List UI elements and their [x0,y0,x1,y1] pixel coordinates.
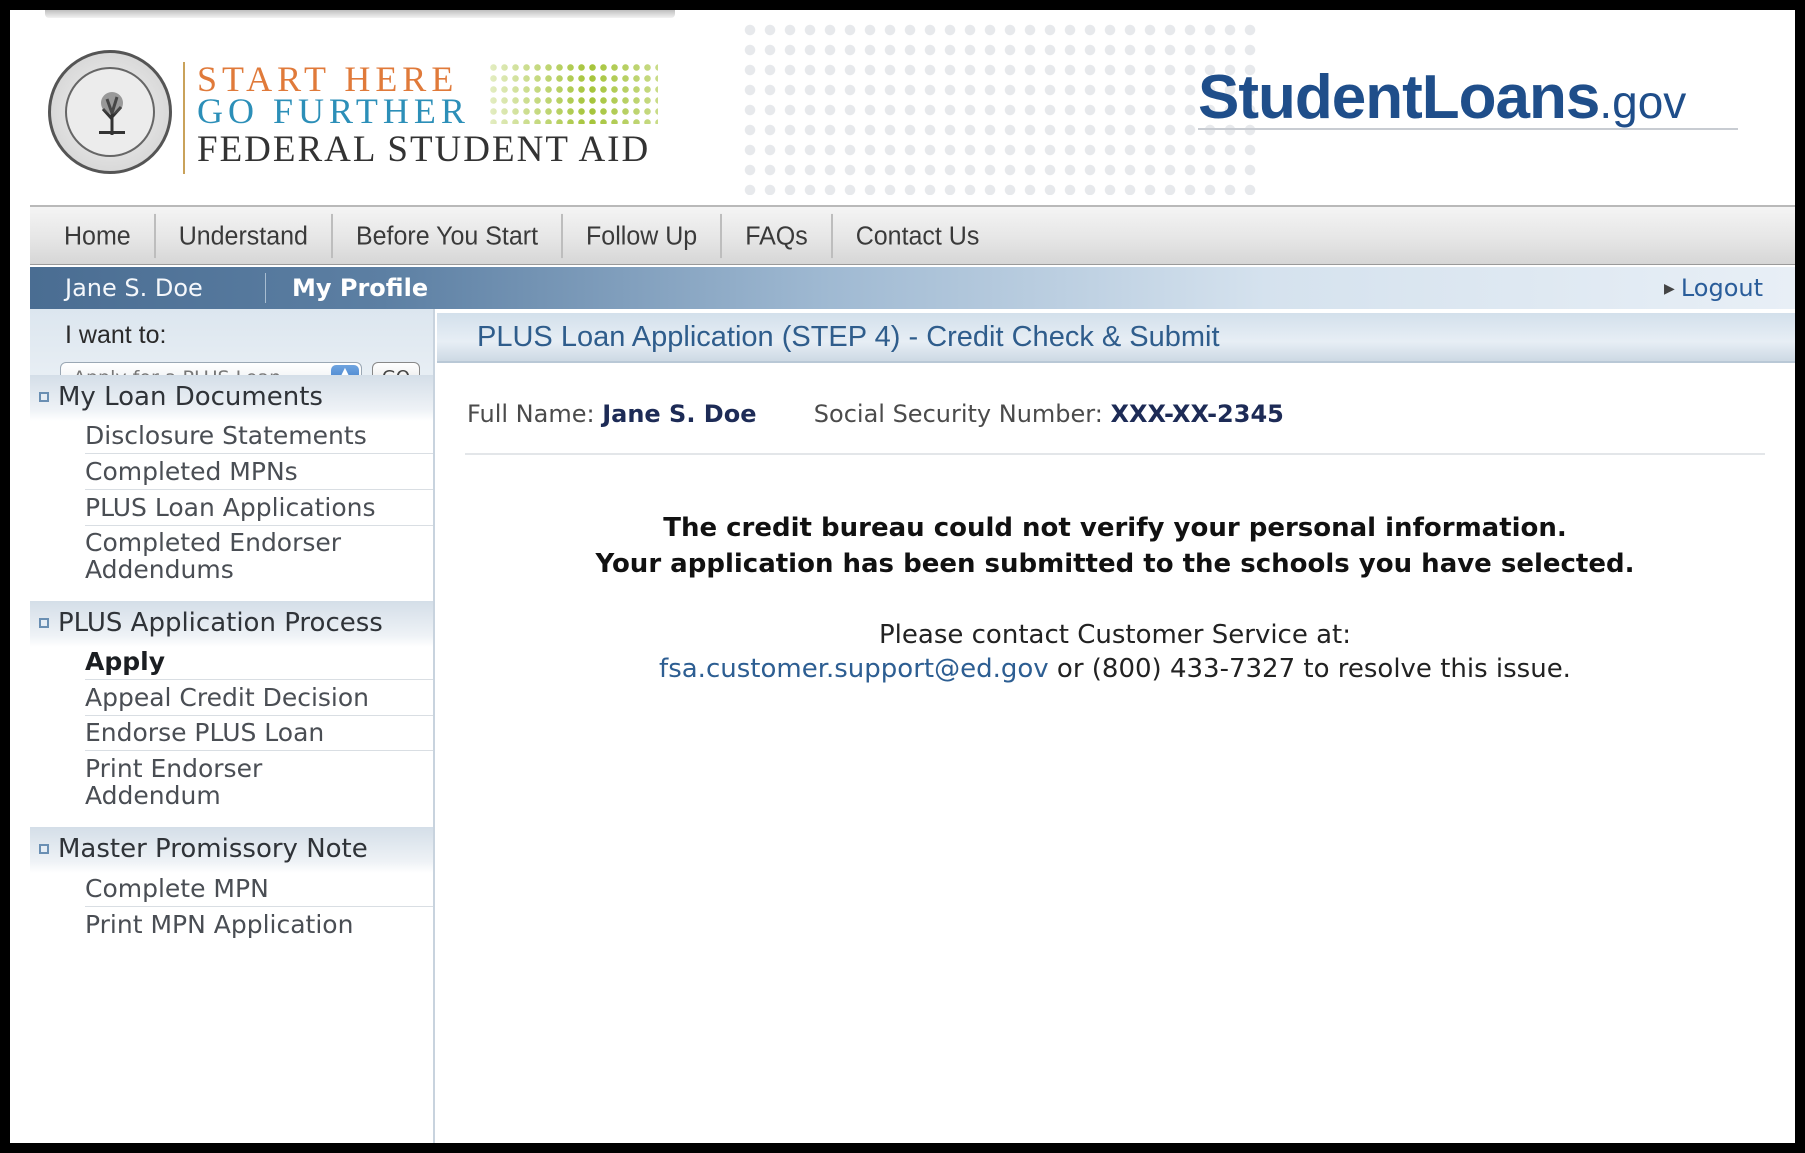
section-bullet-icon [39,844,49,854]
full-name-value: Jane S. Doe [602,400,757,428]
applicant-identity: Full Name: Jane S. Doe Social Security N… [467,400,1284,428]
status-message: The credit bureau could not verify your … [465,510,1765,582]
browser-frame: START HERE GO FURTHER FEDERAL STUDENT AI… [10,10,1795,1143]
full-name-label: Full Name: [467,400,595,428]
brand-tld: .gov [1599,76,1687,128]
top-navigation: Home Understand Before You Start Follow … [30,205,1795,265]
sidebar-item-endorse-plus-loan[interactable]: Endorse PLUS Loan [85,714,433,751]
sidebar-item-plus-loan-applications[interactable]: PLUS Loan Applications [85,489,433,526]
sidebar-item-completed-mpns[interactable]: Completed MPNs [85,453,433,490]
main-header: PLUS Loan Application (STEP 4) - Credit … [437,313,1795,363]
sidebar-item-completed-endorser-addendums[interactable]: Completed Endorser Addendums [85,524,345,587]
i-want-to-label: I want to: [65,321,167,349]
contact-line-1: Please contact Customer Service at: [879,620,1351,650]
sidebar-item-disclosure-statements[interactable]: Disclosure Statements [85,417,433,454]
status-message-line-2: Your application has been submitted to t… [595,549,1635,579]
header-dot-pattern [740,20,1260,195]
nav-home[interactable]: Home [50,213,156,258]
sidebar-item-complete-mpn[interactable]: Complete MPN [85,870,433,907]
nav-contact-us[interactable]: Contact Us [833,213,1003,257]
section-bullet-icon [39,618,49,628]
sidebar-item-apply[interactable]: Apply [85,643,433,680]
section-title: My Loan Documents [58,382,323,412]
nav-before-you-start[interactable]: Before You Start [333,213,564,258]
section-plus-application-process: PLUS Application Process [30,601,433,647]
contact-info: Please contact Customer Service at: fsa.… [465,618,1765,686]
ssn-value: XXX-XX-2345 [1110,400,1284,428]
department-of-education-seal-icon [48,50,172,174]
my-profile-link[interactable]: My Profile [292,267,428,309]
status-message-line-1: The credit bureau could not verify your … [663,513,1567,543]
logo-dots-graphic [488,62,658,124]
logo-go-further: GO FURTHER [197,91,470,131]
section-bullet-icon [39,392,49,402]
support-email-link[interactable]: fsa.customer.support@ed.gov [659,654,1049,684]
logo-federal-student-aid: FEDERAL STUDENT AID [197,129,651,170]
nav-follow-up[interactable]: Follow Up [563,213,723,258]
user-bar-separator [265,273,266,303]
contact-line-2: fsa.customer.support@ed.gov or (800) 433… [465,652,1765,686]
logout-link[interactable]: ▶ Logout [1664,267,1763,309]
logout-label: Logout [1680,274,1763,302]
chevron-right-icon: ▶ [1664,281,1675,297]
section-title: Master Promissory Note [58,834,368,864]
top-shadow [45,10,675,18]
section-master-promissory-note: Master Promissory Note [30,827,433,873]
sidebar-item-print-mpn-application[interactable]: Print MPN Application [85,906,433,942]
studentloans-brand[interactable]: StudentLoans.gov [1198,62,1686,133]
brand-main: StudentLoans [1198,63,1600,132]
sidebar: I want to: Apply for a PLUS Loan ▲▼ GO M… [30,309,435,1143]
user-bar: Jane S. Doe My Profile ▶ Logout [30,267,1795,309]
section-title: PLUS Application Process [58,608,383,638]
divider [465,453,1765,455]
contact-phone-text: or (800) 433-7327 to resolve this issue. [1048,654,1571,684]
brand-underline [1198,128,1738,130]
nav-faqs[interactable]: FAQs [722,213,833,258]
page-title: PLUS Loan Application (STEP 4) - Credit … [477,321,1220,353]
logo-divider [183,62,185,174]
user-name: Jane S. Doe [65,274,203,302]
section-my-loan-documents: My Loan Documents [30,375,433,421]
sidebar-item-print-endorser-addendum[interactable]: Print Endorser Addendum [85,750,285,813]
nav-understand[interactable]: Understand [156,213,333,258]
sidebar-item-appeal-credit-decision[interactable]: Appeal Credit Decision [85,679,433,716]
ssn-label: Social Security Number: [813,400,1103,428]
